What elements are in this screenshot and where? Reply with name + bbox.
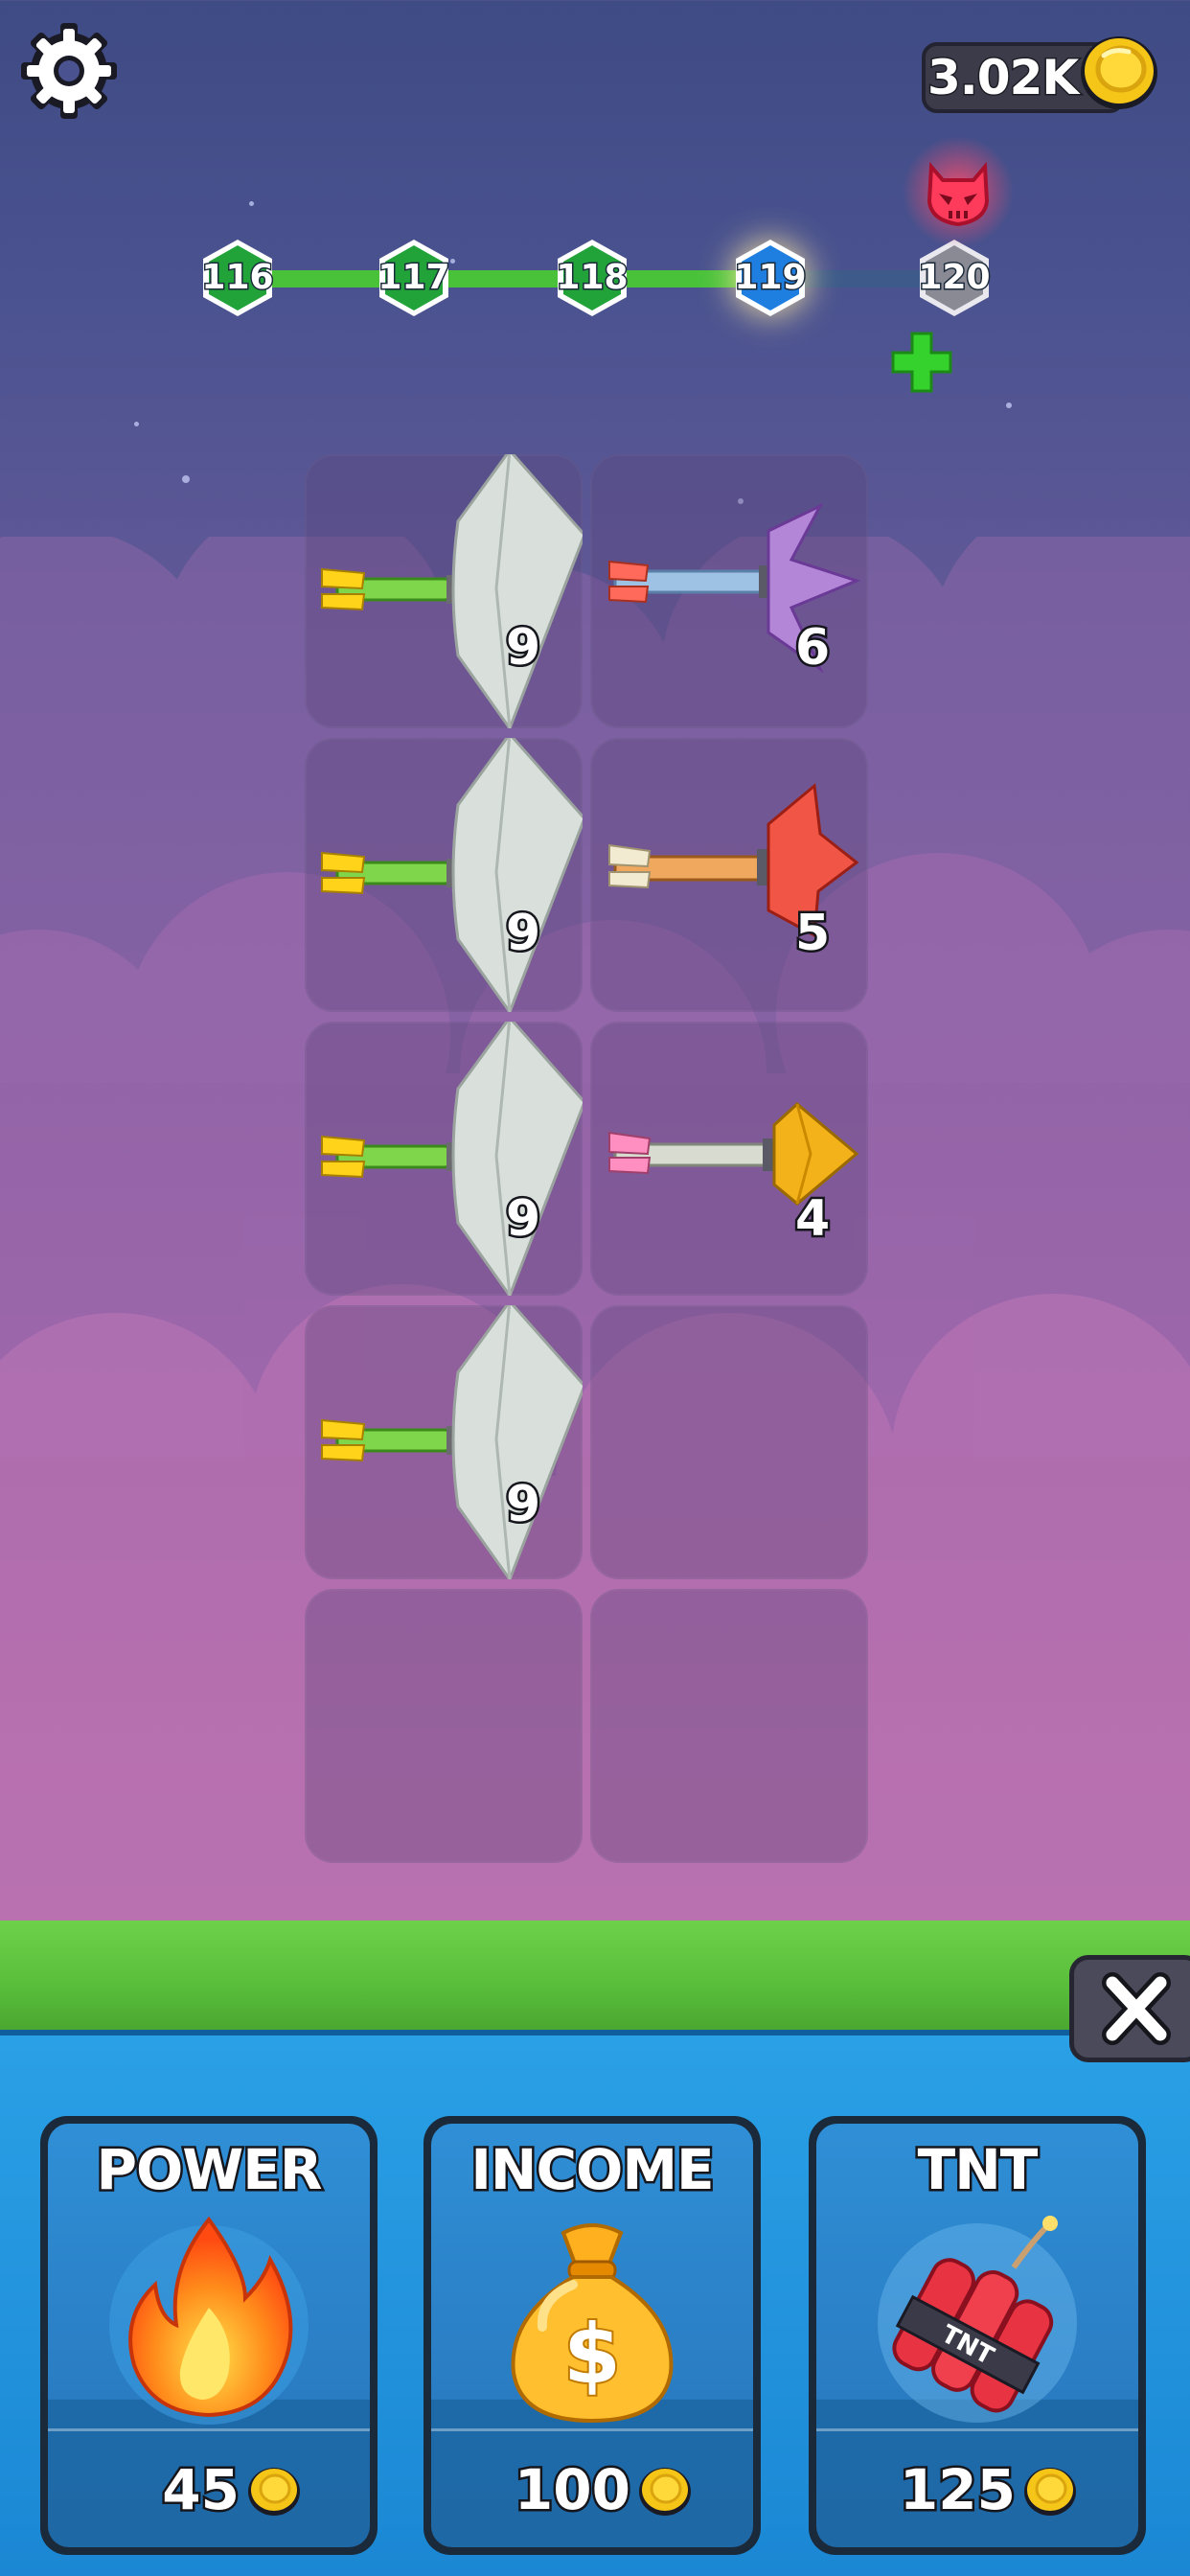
merge-slot[interactable]: 5 — [590, 738, 868, 1012]
power-upgrade-card[interactable]: POWER 45 — [40, 2116, 378, 2555]
close-icon — [1102, 1972, 1171, 2045]
merge-slot[interactable]: 9 — [305, 738, 583, 1012]
weapon-level: 5 — [792, 903, 832, 965]
star — [134, 422, 139, 426]
weapon-level: 9 — [503, 1188, 542, 1251]
weapon-level: 6 — [792, 617, 832, 679]
card-divider — [816, 2428, 1138, 2431]
level-node-116: 116 — [197, 238, 278, 318]
svg-text:$: $ — [563, 2307, 621, 2403]
level-progress-done — [236, 270, 772, 288]
silver-arrow-icon — [321, 454, 583, 728]
card-title: INCOME — [469, 2135, 717, 2205]
card-title: TNT — [915, 2135, 1041, 2205]
merge-slot[interactable]: 6 — [590, 454, 868, 728]
coin-balance-value: 3.02K — [926, 49, 1080, 107]
merge-slot[interactable]: 4 — [590, 1022, 868, 1296]
tnt-dynamite-icon: TNT — [878, 2216, 1077, 2423]
weapon-level: 9 — [503, 903, 542, 965]
gold-coin-icon — [248, 2468, 300, 2516]
star — [182, 475, 190, 483]
money-bag-icon: $ — [511, 2223, 674, 2424]
merge-slot[interactable]: 9 — [305, 1022, 583, 1296]
merge-slot-empty[interactable] — [305, 1589, 583, 1863]
gold-coin-icon — [639, 2468, 691, 2516]
card-price: 45 — [160, 2455, 242, 2525]
card-divider — [431, 2428, 753, 2431]
merge-slot-empty[interactable] — [590, 1305, 868, 1579]
gold-arrow-icon — [608, 1102, 859, 1206]
star — [1006, 402, 1012, 408]
close-shop-button[interactable] — [1069, 1955, 1190, 2062]
level-node-118: 118 — [552, 238, 632, 318]
gold-coin-icon — [1081, 36, 1157, 109]
weapon-level: 9 — [503, 1474, 542, 1536]
card-divider — [48, 2428, 370, 2431]
merge-slot[interactable]: 9 — [305, 1305, 583, 1579]
card-title: POWER — [94, 2135, 325, 2205]
purple-arrow-icon — [608, 502, 861, 674]
add-level-plus-icon[interactable] — [887, 328, 956, 397]
star — [249, 201, 254, 206]
fire-icon — [109, 2216, 309, 2425]
settings-gear-icon[interactable] — [19, 21, 119, 121]
level-node-120-boss: 120 — [914, 238, 995, 318]
silver-arrow-icon — [321, 1022, 583, 1296]
tnt-upgrade-card[interactable]: TNT TNT 125 — [809, 2116, 1146, 2555]
merge-slot-empty[interactable] — [590, 1589, 868, 1863]
boss-skull-icon — [903, 136, 1014, 247]
level-node-119-current: 119 — [730, 238, 811, 318]
grass-ground — [0, 1920, 1190, 2034]
level-node-117: 117 — [374, 238, 454, 318]
red-arrow-icon — [608, 783, 859, 938]
income-upgrade-card[interactable]: INCOME $ 100 — [423, 2116, 761, 2555]
silver-arrow-icon — [321, 1305, 583, 1579]
merge-slot[interactable]: 9 — [305, 454, 583, 728]
gold-coin-icon — [1024, 2468, 1076, 2516]
weapon-level: 4 — [792, 1188, 832, 1251]
card-price: 100 — [512, 2455, 632, 2525]
card-price: 125 — [897, 2455, 1018, 2525]
silver-arrow-icon — [321, 738, 583, 1012]
weapon-level: 9 — [503, 617, 542, 679]
